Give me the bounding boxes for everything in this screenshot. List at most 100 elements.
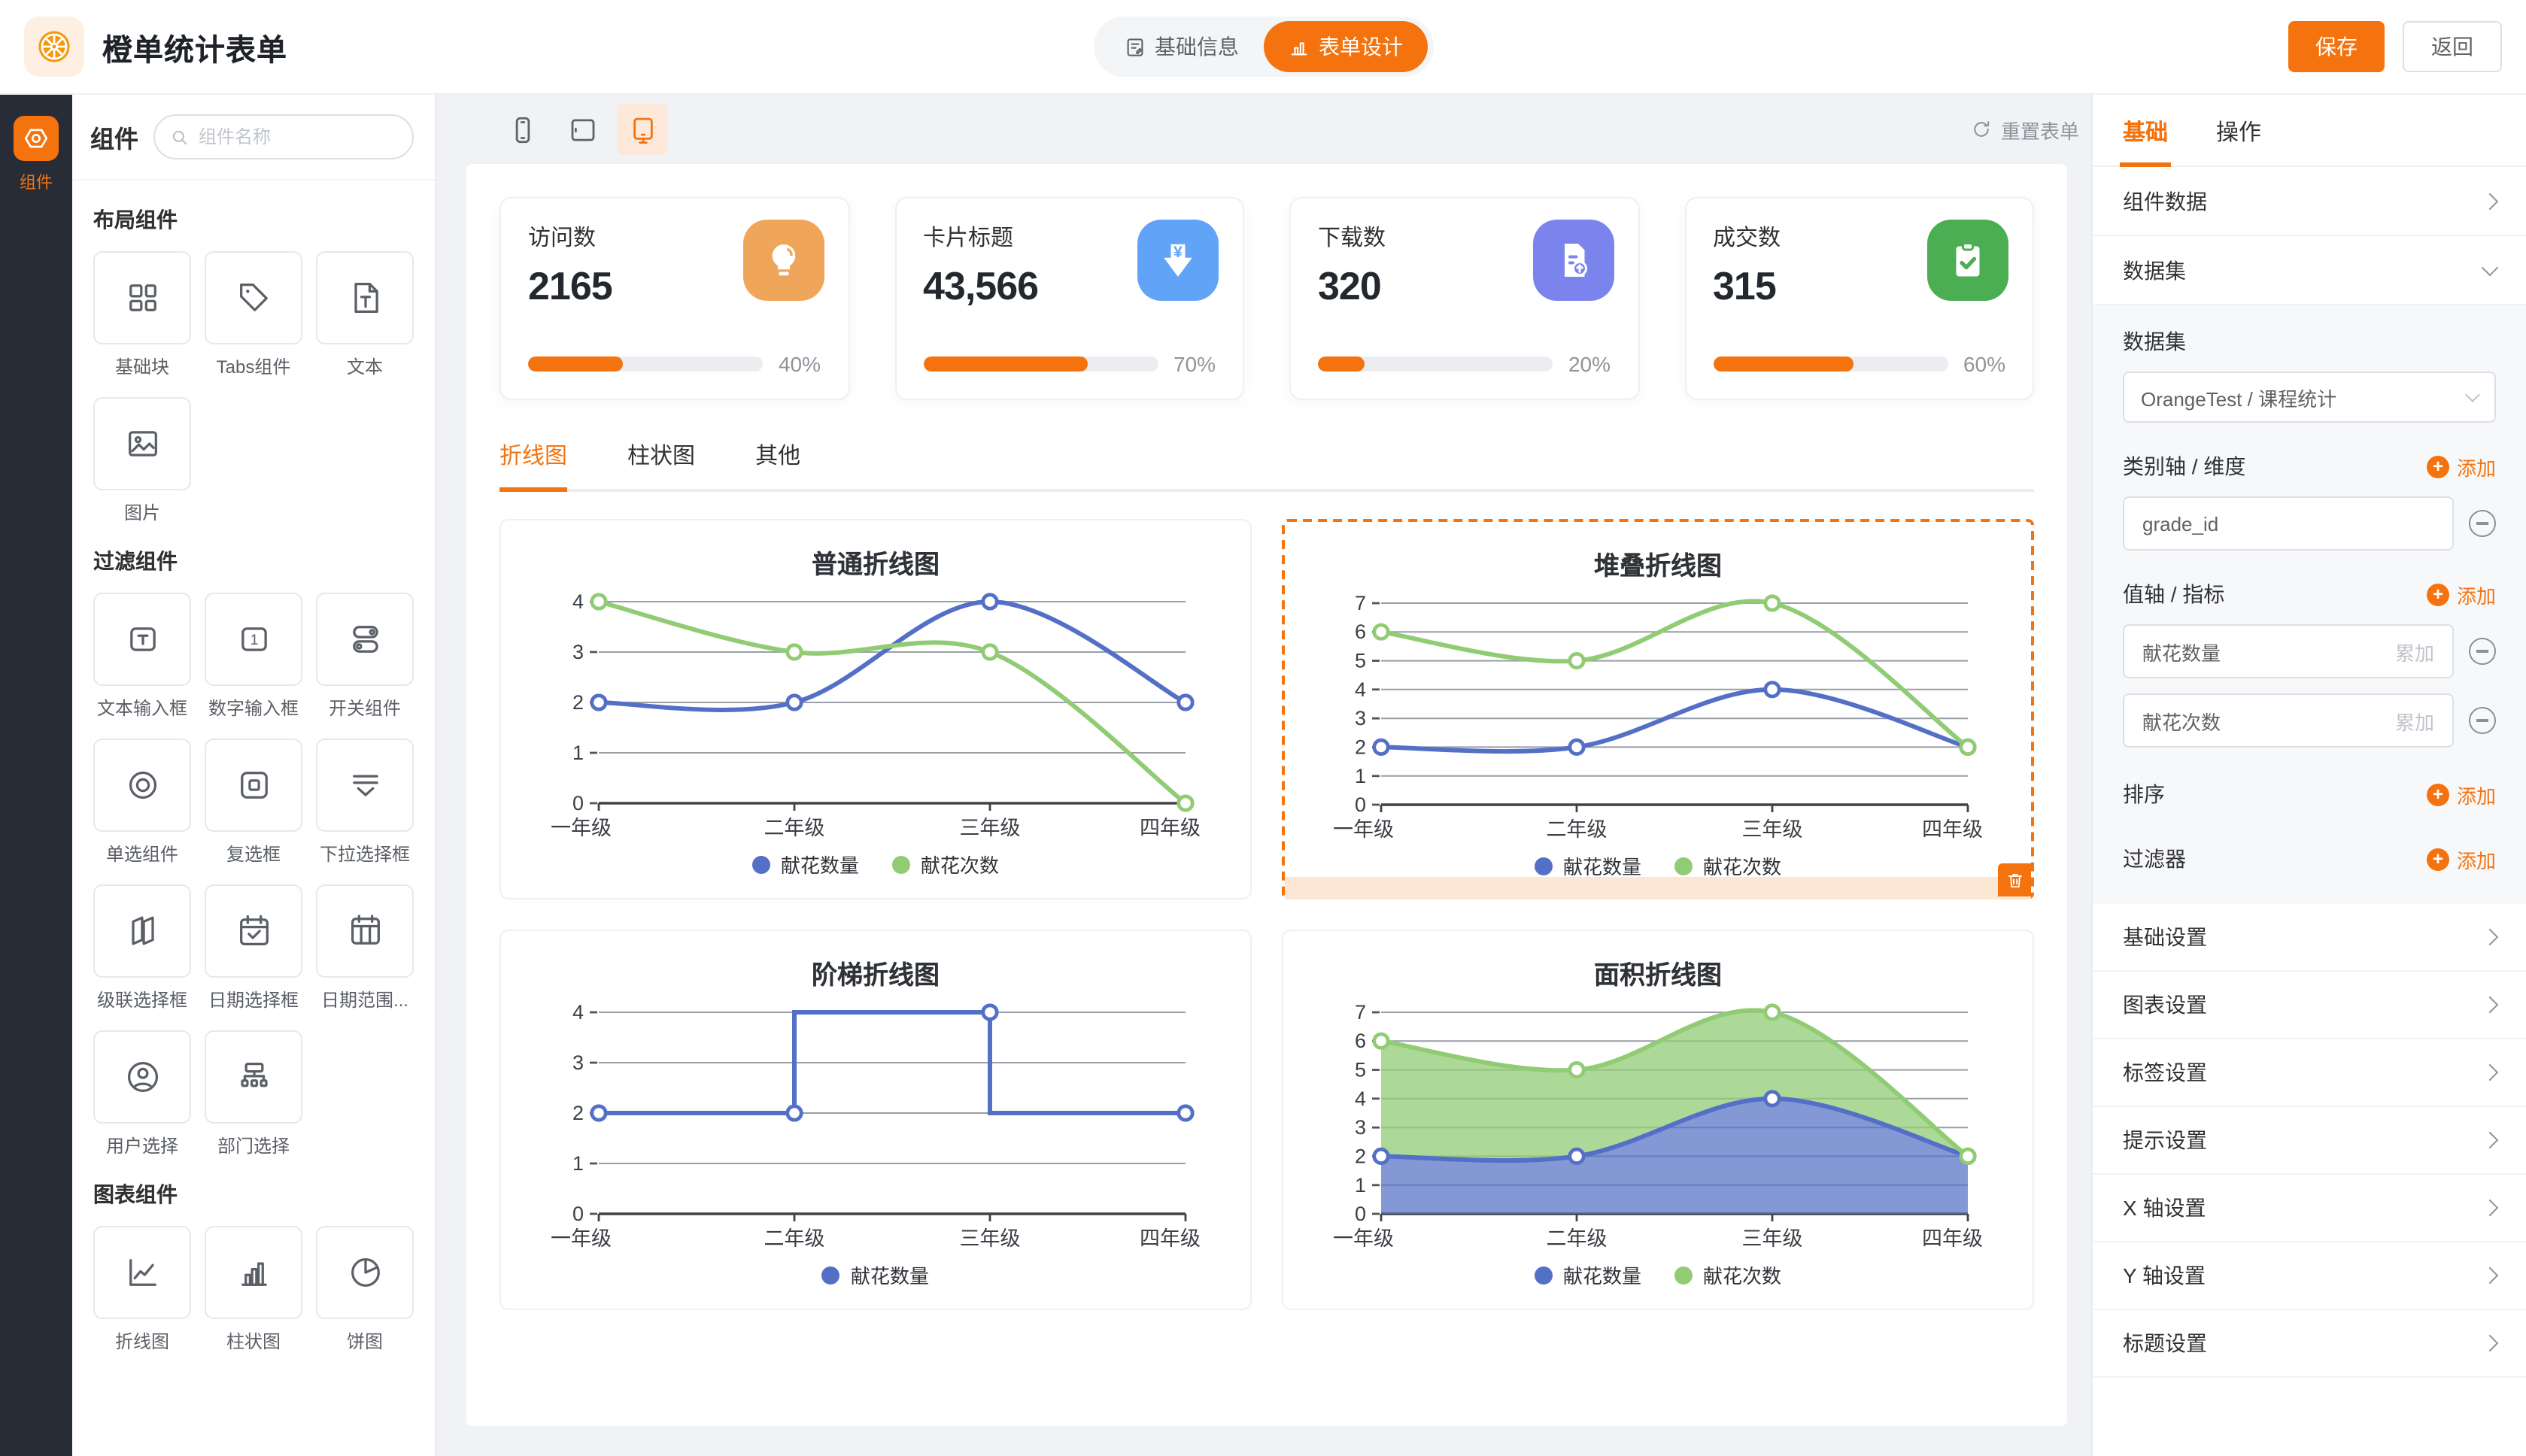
chart-widget[interactable]: 面积折线图01234567一年级二年级三年级四年级献花数量献花次数	[1282, 930, 2034, 1310]
refresh-icon	[1971, 119, 1992, 140]
selection-handle-strip	[1285, 877, 2031, 899]
device-tablet-button[interactable]	[557, 104, 608, 155]
component-item-switch[interactable]: 开关组件	[316, 593, 414, 720]
sort-label: 排序	[2123, 779, 2165, 809]
remove-metric-button[interactable]	[2469, 707, 2496, 734]
device-mobile-button[interactable]	[496, 104, 548, 155]
stat-card[interactable]: 访问数216540%	[499, 197, 849, 400]
svg-text:三年级: 三年级	[1742, 818, 1803, 841]
remove-dimension-button[interactable]	[2469, 510, 2496, 537]
metric-row: 献花次数累加	[2123, 693, 2496, 748]
component-item-grid[interactable]: 基础块	[93, 251, 191, 379]
svg-text:0: 0	[1355, 793, 1366, 816]
component-data-row[interactable]: 组件数据	[2093, 167, 2526, 236]
add-dimension-button[interactable]: + 添加	[2427, 452, 2496, 481]
settings-row-4[interactable]: X 轴设置	[2093, 1175, 2526, 1242]
svg-text:一年级: 一年级	[1333, 818, 1394, 841]
metric-rows: 献花数量累加献花次数累加	[2123, 624, 2496, 748]
add-metric-button[interactable]: + 添加	[2427, 580, 2496, 608]
remove-metric-button[interactable]	[2469, 638, 2496, 665]
svg-text:0: 0	[572, 792, 584, 814]
component-item-cascade[interactable]: 级联选择框	[93, 884, 191, 1012]
component-item-image[interactable]: 图片	[93, 397, 191, 525]
rail-item-components[interactable]	[14, 116, 59, 161]
settings-row-5[interactable]: Y 轴设置	[2093, 1242, 2526, 1310]
chevron-right-icon	[2482, 193, 2499, 210]
metric-field[interactable]: 献花数量累加	[2123, 624, 2454, 678]
progress-percent: 20%	[1568, 352, 1611, 376]
chart-plot: 01234567一年级二年级三年级四年级	[1327, 994, 1989, 1259]
delete-widget-button[interactable]	[1998, 863, 2031, 896]
component-item-radio[interactable]: 单选组件	[93, 739, 191, 866]
chart-slot-selected[interactable]: 堆叠折线图01234567一年级二年级三年级四年级献花数量献花次数	[1282, 519, 2034, 899]
tablet-icon	[566, 114, 598, 145]
component-item-input-t[interactable]: 文本输入框	[93, 593, 191, 720]
component-item-pie-chart[interactable]: 饼图	[316, 1226, 414, 1354]
svg-text:7: 7	[1355, 1001, 1366, 1024]
category-axis-label: 类别轴 / 维度	[2123, 451, 2245, 481]
component-item-bar-chart[interactable]: 柱状图	[205, 1226, 302, 1354]
chevron-right-icon	[2482, 1132, 2499, 1149]
save-button[interactable]: 保存	[2288, 21, 2385, 72]
device-desktop-button[interactable]	[617, 104, 668, 155]
dimension-value: grade_id	[2142, 512, 2218, 535]
inspector-tab-basic[interactable]: 基础	[2120, 95, 2171, 167]
chart-tab-2[interactable]: 其他	[755, 439, 800, 492]
component-item-org[interactable]: 部门选择	[205, 1030, 302, 1158]
component-item-user[interactable]: 用户选择	[93, 1030, 191, 1158]
chart-slot[interactable]: 面积折线图01234567一年级二年级三年级四年级献花数量献花次数	[1282, 930, 2034, 1310]
chart-widget[interactable]: 阶梯折线图01234一年级二年级三年级四年级献花数量	[499, 930, 1252, 1310]
inspector-tab-actions[interactable]: 操作	[2213, 95, 2264, 167]
svg-text:3: 3	[572, 1051, 584, 1074]
chart-tab-0[interactable]: 折线图	[499, 439, 567, 492]
settings-row-2[interactable]: 标签设置	[2093, 1039, 2526, 1107]
metric-field[interactable]: 献花次数累加	[2123, 693, 2454, 748]
component-item-label: 日期选择框	[205, 987, 302, 1012]
dataset-section-row[interactable]: 数据集	[2093, 236, 2526, 305]
charts-grid: 普通折线图01234一年级二年级三年级四年级献花数量献花次数堆叠折线图01234…	[499, 519, 2034, 1310]
component-item-select[interactable]: 下拉选择框	[316, 739, 414, 866]
chart-tabs: 折线图 柱状图 其他	[499, 439, 2034, 492]
svg-text:二年级: 二年级	[1547, 1227, 1608, 1250]
settings-row-6[interactable]: 标题设置	[2093, 1310, 2526, 1378]
chart-slot[interactable]: 阶梯折线图01234一年级二年级三年级四年级献花数量	[499, 930, 1252, 1310]
stat-card[interactable]: 卡片标题43,566¥70%	[894, 197, 1244, 400]
component-item-doc-t[interactable]: 文本	[316, 251, 414, 379]
component-item-line-chart[interactable]: 折线图	[93, 1226, 191, 1354]
tab-basic-info[interactable]: 基础信息	[1099, 21, 1263, 72]
component-item-date[interactable]: 日期选择框	[205, 884, 302, 1012]
metric-aggregation: 累加	[2395, 637, 2434, 666]
dataset-select[interactable]: OrangeTest / 课程统计	[2123, 372, 2496, 423]
dimension-field[interactable]: grade_id	[2123, 496, 2454, 551]
search-input[interactable]	[199, 126, 397, 147]
chart-widget[interactable]: 堆叠折线图01234567一年级二年级三年级四年级献花数量献花次数	[1285, 522, 2031, 877]
pie-chart-icon	[345, 1253, 384, 1292]
legend-marker	[1674, 1266, 1693, 1284]
reset-form-button[interactable]: 重置表单	[1971, 115, 2079, 144]
bar-chart-icon	[234, 1253, 273, 1292]
component-item-tag[interactable]: Tabs组件	[205, 251, 302, 379]
component-search[interactable]	[153, 114, 414, 159]
chart-plot: 01234567一年级二年级三年级四年级	[1327, 585, 1989, 850]
chart-tab-1[interactable]: 柱状图	[627, 439, 695, 492]
chart-widget[interactable]: 普通折线图01234一年级二年级三年级四年级献花数量献花次数	[499, 519, 1252, 899]
stat-card[interactable]: 下载数32020%	[1289, 197, 1639, 400]
component-item-checkbox[interactable]: 复选框	[205, 739, 302, 866]
form-canvas[interactable]: 访问数216540%卡片标题43,566¥70%下载数32020%成交数3156…	[466, 164, 2067, 1426]
component-item-input-1[interactable]: 1数字输入框	[205, 593, 302, 720]
svg-text:一年级: 一年级	[551, 1227, 612, 1250]
settings-row-0[interactable]: 基础设置	[2093, 904, 2526, 972]
chart-slot[interactable]: 普通折线图01234一年级二年级三年级四年级献花数量献花次数	[499, 519, 1252, 899]
component-groups: 布局组件基础块Tabs组件文本图片过滤组件文本输入框1数字输入框开关组件单选组件…	[72, 180, 435, 1456]
back-button[interactable]: 返回	[2403, 21, 2502, 72]
stat-card[interactable]: 成交数31560%	[1684, 197, 2034, 400]
add-filter-button[interactable]: + 添加	[2427, 845, 2496, 873]
tab-form-design[interactable]: 表单设计	[1263, 21, 1427, 72]
add-sort-button[interactable]: + 添加	[2427, 780, 2496, 808]
metric-aggregation: 累加	[2395, 706, 2434, 735]
settings-rows: 基础设置图表设置标签设置提示设置X 轴设置Y 轴设置标题设置	[2093, 904, 2526, 1378]
settings-row-3[interactable]: 提示设置	[2093, 1107, 2526, 1175]
svg-text:4: 4	[1355, 1087, 1366, 1110]
settings-row-1[interactable]: 图表设置	[2093, 972, 2526, 1039]
component-item-daterange[interactable]: 日期范围...	[316, 884, 414, 1012]
